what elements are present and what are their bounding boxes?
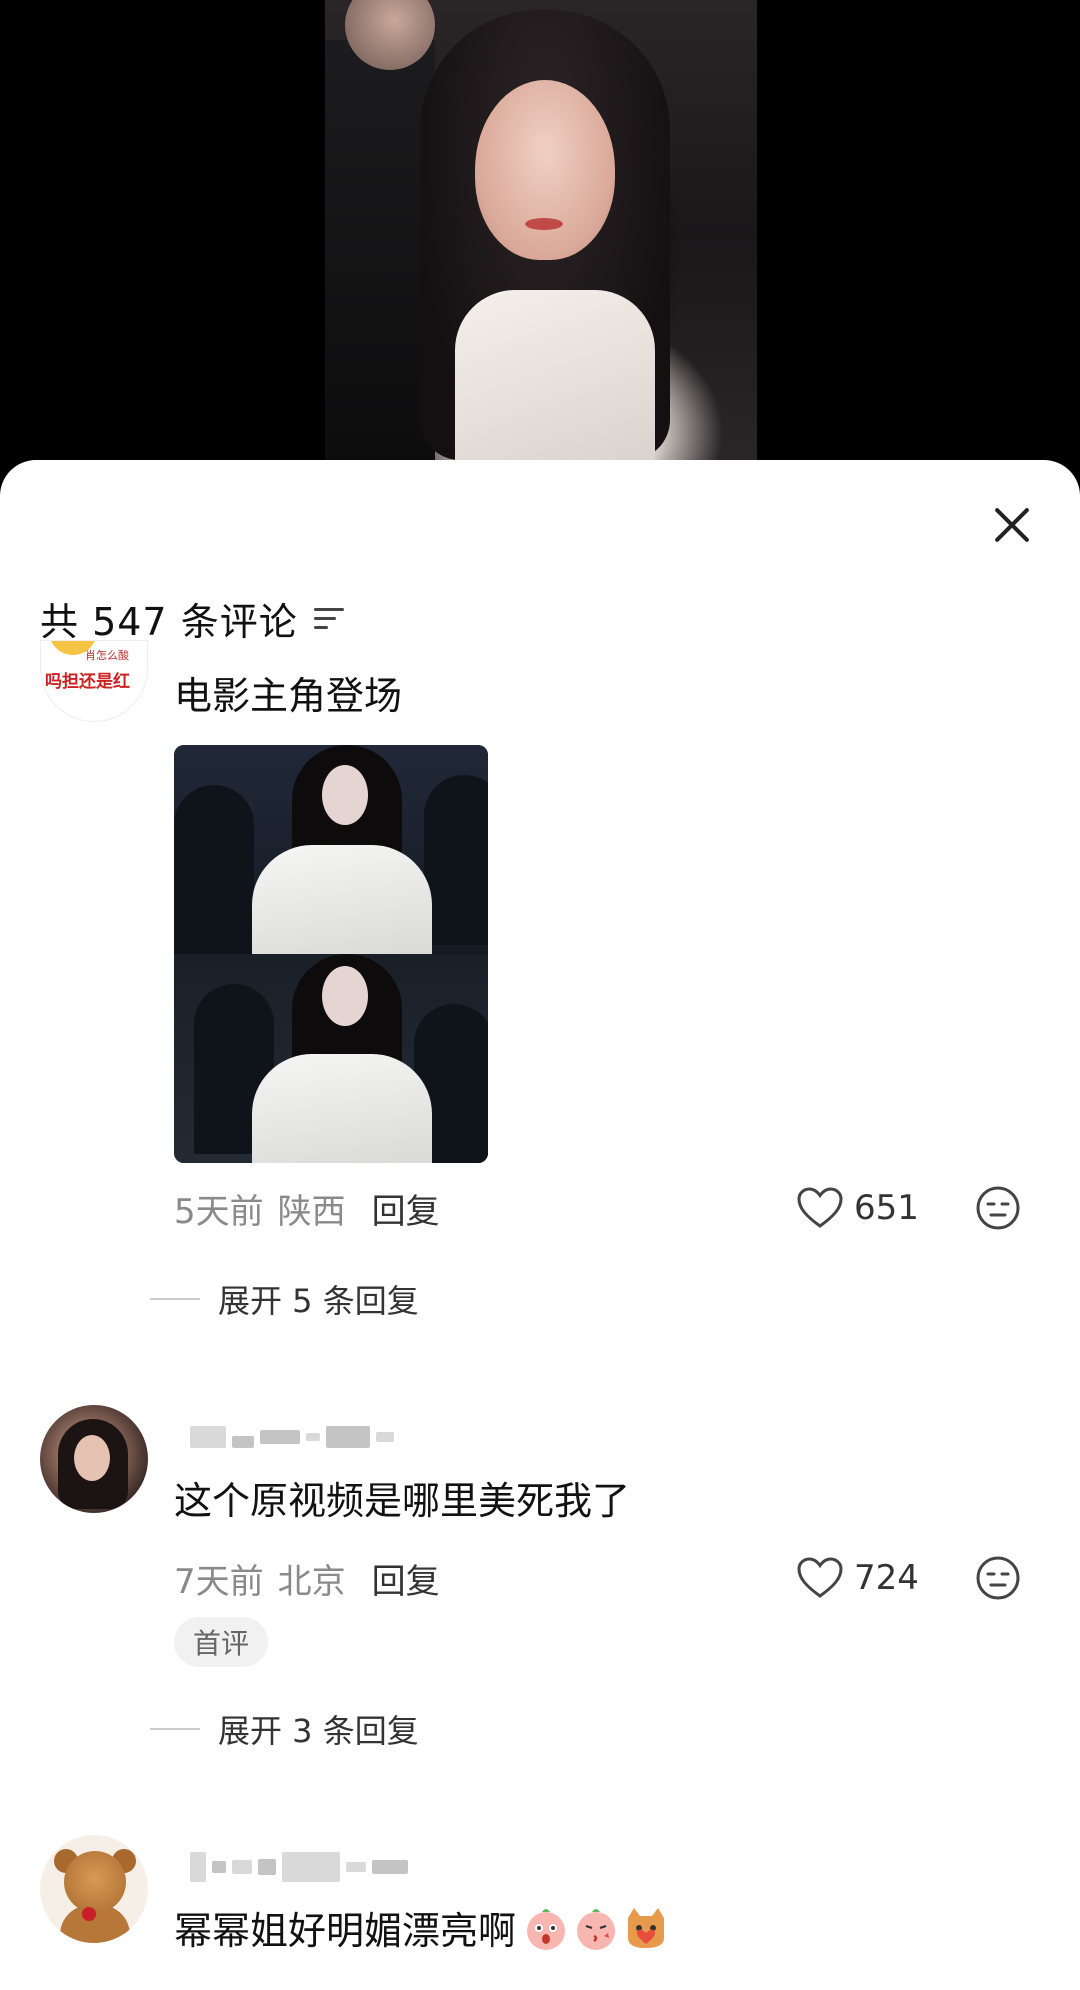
avatar[interactable] [40,1405,148,1513]
like-button[interactable]: 651 [796,1183,919,1233]
comment-text: 电影主角登场 [174,674,403,718]
expand-replies-button[interactable]: 展开 3 条回复 [150,1704,419,1754]
expand-replies-button[interactable]: 展开 5 条回复 [150,1274,419,1324]
comment-image[interactable] [174,745,488,1163]
expand-divider [150,1298,200,1300]
username-blurred[interactable] [190,1850,408,1884]
comment-meta: 5天前 陕西 回复 [174,1183,440,1233]
peach-kiss-emoji-icon [577,1908,616,1950]
comment-text: 幂幂姐好明媚漂亮啊 [174,1909,517,1953]
comment-text-row: 幂幂姐好明媚漂亮啊 [174,1900,670,1955]
heart-icon [797,1187,843,1228]
username-blurred[interactable] [190,1420,394,1454]
avatar[interactable] [40,1835,148,1943]
comment-count-header: 共 547 条评论 [40,590,344,646]
reply-button[interactable]: 回复 [372,1554,440,1603]
avatar[interactable]: 肖怎么酸 吗担还是红 [40,640,148,722]
comment-location: 陕西 [277,1191,346,1232]
comment-count: 共 547 条评论 [40,599,298,644]
comment-sheet: 共 547 条评论 肖怎么酸 吗担还是红 电影主角登场 5天前 陕西 回复 65… [0,460,1080,1990]
comment-time: 5天前 [174,1191,264,1232]
comment-time: 7天前 [174,1561,264,1602]
avatar-text: 吗担还是红 [45,672,130,692]
cat-heart-emoji-icon [628,1907,665,1948]
comment-text: 这个原视频是哪里美死我了 [174,1479,631,1523]
dislike-face-icon[interactable] [975,1185,1021,1231]
dislike-face-icon[interactable] [975,1555,1021,1601]
expand-divider [150,1728,200,1730]
like-count: 724 [854,1558,919,1598]
heart-icon [797,1557,843,1598]
like-button[interactable]: 724 [796,1553,919,1603]
video-player[interactable] [0,0,1080,470]
like-count: 651 [854,1188,919,1228]
expand-replies-label: 展开 5 条回复 [218,1282,419,1320]
sort-filter-icon[interactable] [313,606,344,630]
close-icon[interactable] [984,498,1040,554]
comment-location: 北京 [277,1561,346,1602]
avatar-text: 肖怎么酸 [85,649,129,662]
reply-button[interactable]: 回复 [372,1184,440,1233]
video-frame [325,0,757,470]
first-comment-badge: 首评 [174,1617,268,1667]
comment-meta: 7天前 北京 回复 [174,1553,440,1603]
expand-replies-label: 展开 3 条回复 [218,1712,419,1750]
peach-shock-emoji-icon [527,1908,566,1950]
